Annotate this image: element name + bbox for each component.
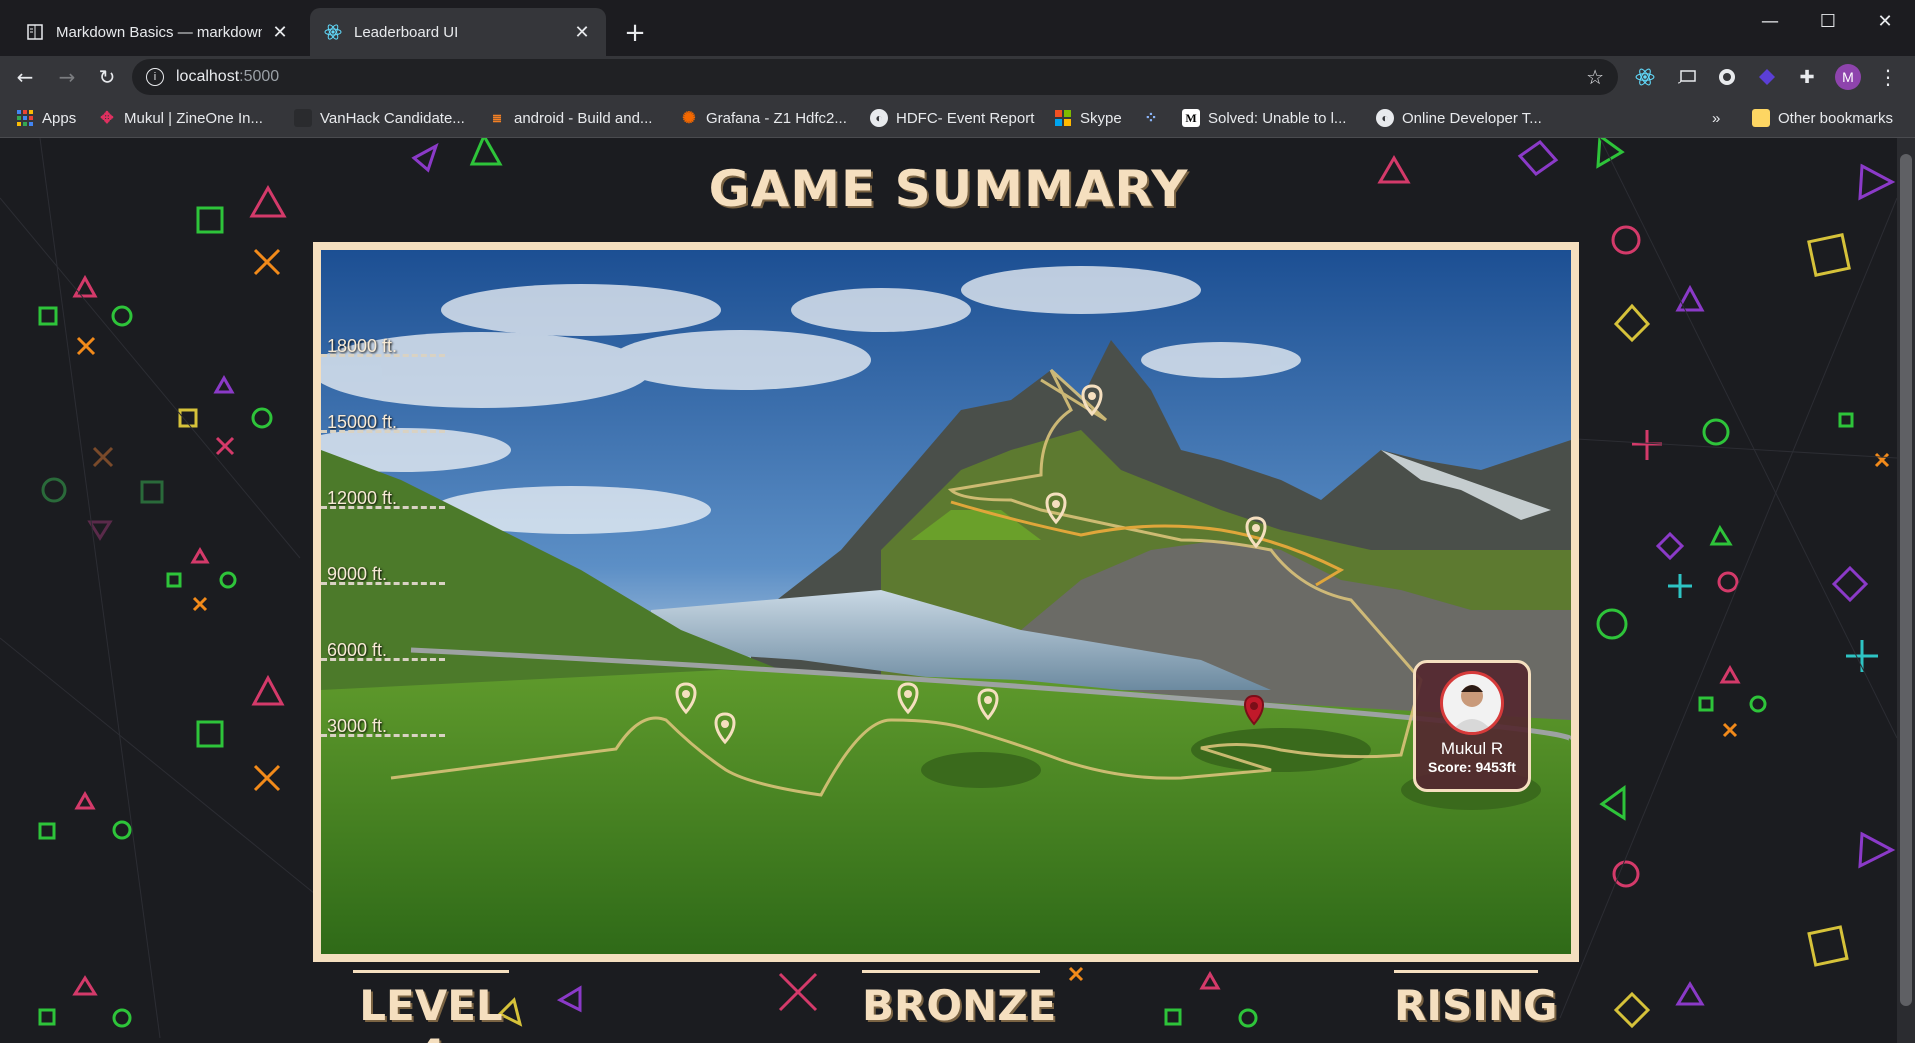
altitude-dash bbox=[321, 582, 445, 585]
browser-toolbar: ← → ↻ i localhost:5000 ☆ ✚ M ⋮ bbox=[0, 56, 1915, 98]
url-host: localhost bbox=[176, 68, 240, 85]
react-devtools-icon[interactable] bbox=[1632, 64, 1658, 90]
react-icon bbox=[324, 23, 342, 41]
bookmark-dots[interactable]: ⁘ bbox=[1142, 106, 1168, 130]
medium-icon: M bbox=[1182, 109, 1200, 127]
star-icon[interactable]: ☆ bbox=[1586, 65, 1604, 90]
puzzle-icon[interactable]: ✚ bbox=[1794, 64, 1820, 90]
mountain-scene: 18000 ft. 15000 ft. 12000 ft. 9000 ft. 6… bbox=[321, 250, 1571, 954]
forward-arrow-icon[interactable]: → bbox=[52, 62, 82, 92]
bookmarks-bar: Apps ✥ Mukul | ZineOne In... VanHack Can… bbox=[0, 98, 1915, 138]
trail-overlay bbox=[390, 368, 1423, 797]
vanhack-icon bbox=[294, 109, 312, 127]
tier-badge: BRONZE bbox=[862, 970, 1056, 1030]
microsoft-icon bbox=[1054, 109, 1072, 127]
globe-icon: ◐ bbox=[870, 109, 888, 127]
more-menu-icon[interactable]: ⋮ bbox=[1875, 64, 1901, 90]
book-icon bbox=[26, 23, 44, 41]
bookmark-label: Other bookmarks bbox=[1778, 109, 1894, 127]
bookmark-label: HDFC- Event Report bbox=[896, 109, 1035, 127]
bookmark-label: Apps bbox=[42, 109, 77, 127]
badge-bar bbox=[1394, 970, 1538, 973]
info-icon[interactable]: i bbox=[146, 68, 164, 86]
altitude-dash bbox=[321, 430, 445, 433]
player-card[interactable]: Mukul R Score: 9453ft bbox=[1413, 660, 1531, 792]
badge-label: BRONZE bbox=[862, 981, 1057, 1030]
maximize-icon[interactable]: ☐ bbox=[1803, 6, 1853, 36]
bookmark-hdfc[interactable]: ◐ HDFC- Event Report bbox=[870, 106, 1034, 130]
close-window-icon[interactable]: ✕ bbox=[1860, 6, 1910, 36]
dots-icon: ⁘ bbox=[1144, 110, 1158, 127]
player-name: Mukul R bbox=[1440, 739, 1504, 758]
bookmark-other[interactable]: Other bookmarks bbox=[1752, 106, 1893, 130]
minimize-icon[interactable]: — bbox=[1745, 6, 1795, 36]
vertical-scrollbar[interactable] bbox=[1897, 138, 1915, 1043]
globe-icon: ◐ bbox=[1376, 109, 1394, 127]
scene-frame: 18000 ft. 15000 ft. 12000 ft. 9000 ft. 6… bbox=[313, 242, 1579, 962]
bookmark-label: Skype bbox=[1080, 109, 1122, 127]
profile-avatar[interactable]: M bbox=[1835, 64, 1861, 90]
grafana-icon: ✺ bbox=[682, 110, 696, 127]
bookmark-label: Online Developer T... bbox=[1402, 109, 1542, 127]
badge-bar bbox=[353, 970, 509, 973]
bookmark-label: Grafana - Z1 Hdfc2... bbox=[706, 109, 847, 127]
badge-bar bbox=[862, 970, 1040, 973]
bookmark-apps[interactable]: Apps bbox=[16, 106, 76, 130]
tab-leaderboard-ui[interactable]: Leaderboard UI ✕ bbox=[310, 8, 606, 56]
extension-diamond-icon[interactable] bbox=[1754, 64, 1780, 90]
cast-icon[interactable] bbox=[1674, 64, 1700, 90]
bookmark-medium[interactable]: M Solved: Unable to l... bbox=[1182, 106, 1346, 130]
bookmark-label: Solved: Unable to l... bbox=[1208, 109, 1347, 127]
level-badge: LEVEL 4 bbox=[353, 970, 509, 1043]
tab-title: Leaderboard UI bbox=[354, 23, 459, 41]
bookmark-label: VanHack Candidate... bbox=[320, 109, 465, 127]
browser-chrome: Markdown Basics — markdown- ✕ Leaderboar… bbox=[0, 0, 1915, 138]
stackoverflow-icon: ≣ bbox=[491, 111, 503, 125]
bookmark-zineone[interactable]: ✥ Mukul | ZineOne In... bbox=[98, 106, 263, 130]
bookmark-android[interactable]: ≣ android - Build and... bbox=[488, 106, 652, 130]
altitude-dash bbox=[321, 354, 445, 357]
tab-title: Markdown Basics — markdown- bbox=[56, 23, 262, 41]
status-badge: RISING bbox=[1394, 970, 1557, 1030]
extension-circle-icon[interactable] bbox=[1714, 64, 1740, 90]
reload-icon[interactable]: ↻ bbox=[92, 62, 122, 92]
altitude-dash bbox=[321, 506, 445, 509]
avatar bbox=[1440, 671, 1504, 735]
bookmark-vanhack[interactable]: VanHack Candidate... bbox=[294, 106, 465, 130]
bookmarks-overflow-button[interactable]: » bbox=[1712, 106, 1720, 130]
player-score: Score: 9453ft bbox=[1428, 759, 1516, 775]
new-tab-button[interactable]: + bbox=[620, 18, 650, 48]
bookmark-online-dev[interactable]: ◐ Online Developer T... bbox=[1376, 106, 1542, 130]
badge-label: RISING bbox=[1394, 981, 1558, 1030]
bookmark-label: Mukul | ZineOne In... bbox=[124, 109, 263, 127]
bookmark-label: android - Build and... bbox=[514, 109, 653, 127]
bookmark-grafana[interactable]: ✺ Grafana - Z1 Hdfc2... bbox=[680, 106, 847, 130]
close-tab-icon[interactable]: ✕ bbox=[572, 22, 592, 42]
folder-icon bbox=[1752, 109, 1770, 127]
page-viewport: GAME SUMMARY 18000 ft. 15000 ft. 12000 f… bbox=[0, 138, 1897, 1043]
address-bar[interactable]: i localhost:5000 ☆ bbox=[132, 59, 1618, 95]
bookmark-skype[interactable]: Skype bbox=[1054, 106, 1122, 130]
altitude-dash bbox=[321, 734, 445, 737]
back-arrow-icon[interactable]: ← bbox=[10, 62, 40, 92]
url-port: :5000 bbox=[239, 68, 280, 85]
tab-strip: Markdown Basics — markdown- ✕ Leaderboar… bbox=[0, 0, 1915, 56]
close-tab-icon[interactable]: ✕ bbox=[270, 22, 290, 42]
apps-grid-icon bbox=[16, 109, 34, 127]
altitude-dash bbox=[321, 658, 445, 661]
zineone-icon: ✥ bbox=[100, 110, 114, 127]
scrollbar-thumb[interactable] bbox=[1900, 154, 1912, 1006]
tab-markdown-basics[interactable]: Markdown Basics — markdown- ✕ bbox=[12, 8, 304, 56]
trail-markers bbox=[675, 384, 1267, 745]
badge-label: LEVEL 4 bbox=[359, 981, 503, 1043]
page-title: GAME SUMMARY bbox=[708, 160, 1189, 218]
